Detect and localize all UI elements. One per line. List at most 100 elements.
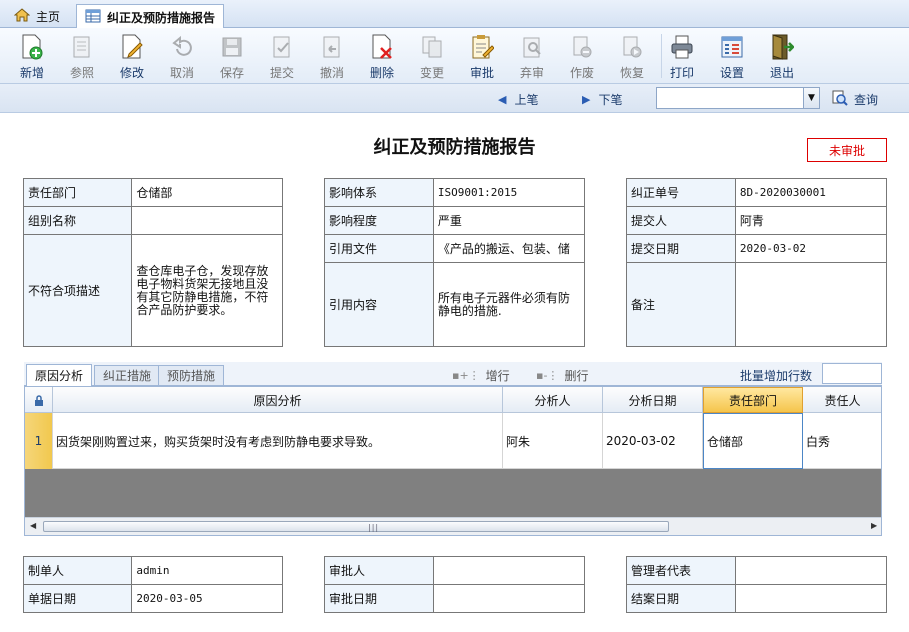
degree-field[interactable]: 严重: [432, 206, 586, 235]
void-icon: [569, 34, 595, 60]
cell-dept[interactable]: 仓储部: [703, 413, 803, 469]
desc-field[interactable]: 查仓库电子仓，发现存放电子物料货架无接地且没有其它防静电措施，不符合产品防护要求…: [131, 234, 283, 347]
content-field[interactable]: 所有电子元器件必须有防静电的措施.: [432, 262, 586, 347]
submit-date-field[interactable]: 2020-03-02: [734, 234, 888, 263]
add-label: 新增: [19, 66, 44, 80]
undo-icon: [319, 34, 345, 60]
tab-preventive[interactable]: 预防措施: [158, 365, 225, 386]
approve-date-field[interactable]: [432, 584, 586, 613]
cell-cause[interactable]: 因货架刚购置过来，购买货架时没有考虑到防静电要求导致。: [53, 413, 503, 469]
add-button[interactable]: 新增: [7, 31, 57, 81]
info-table-left: 责任部门 仓储部 组别名称 不符合项描述 查仓库电子仓，发现存放电子物料货架无接…: [22, 178, 283, 347]
revoke-label: 撤消: [319, 66, 344, 80]
chevron-down-icon[interactable]: ▼: [803, 88, 819, 108]
detail-tab-bar: 原因分析 纠正措施 预防措施 ▪+⋮ 增行 ▪-⋮ 删行 批量增加行数: [24, 362, 882, 387]
cancel-button[interactable]: 取消: [157, 31, 207, 81]
query-label: 查询: [854, 93, 879, 107]
home-icon: [13, 7, 31, 25]
exit-button[interactable]: 退出: [757, 31, 807, 81]
print-button[interactable]: 打印: [657, 31, 707, 81]
system-label: 影响体系: [324, 178, 434, 207]
order-no-field[interactable]: 8D-2020030001: [734, 178, 888, 207]
maker-label: 制单人: [22, 556, 133, 585]
change-icon: [419, 34, 445, 60]
tab-home[interactable]: 主页: [6, 4, 68, 28]
doc-date-field[interactable]: 2020-03-05: [131, 584, 283, 613]
col-analyst[interactable]: 分析人: [503, 387, 603, 413]
approve-date-label: 审批日期: [324, 584, 434, 613]
printer-icon: [669, 34, 695, 60]
col-cause[interactable]: 原因分析: [53, 387, 503, 413]
next-record-label: 下笔: [598, 93, 623, 107]
cancel-label: 取消: [169, 66, 194, 80]
record-nav-bar: ◀ 上笔 ▶ 下笔 ▼ 查询: [0, 84, 909, 113]
tab-corrective[interactable]: 纠正措施: [94, 365, 161, 386]
file-field[interactable]: 《产品的搬运、包装、储: [432, 234, 586, 263]
edit-button[interactable]: 修改: [107, 31, 157, 81]
remark-field[interactable]: [734, 262, 888, 347]
system-field[interactable]: ISO9001:2015: [432, 178, 586, 207]
table-row[interactable]: 1 因货架刚购置过来，购买货架时没有考虑到防静电要求导致。 阿朱 2020-03…: [25, 413, 881, 469]
grip-icon: |||: [368, 523, 380, 532]
record-select[interactable]: ▼: [656, 87, 820, 109]
arrow-right-icon: ▶: [582, 93, 591, 106]
group-label: 组别名称: [22, 206, 133, 235]
manager-field[interactable]: [734, 556, 888, 585]
status-badge: 未审批: [807, 138, 887, 162]
change-label: 变更: [419, 66, 444, 80]
approver-field[interactable]: [432, 556, 586, 585]
batch-add-input[interactable]: [822, 363, 882, 384]
col-owner[interactable]: 责任人: [803, 387, 881, 413]
settings-icon: [719, 34, 745, 60]
cell-analyst[interactable]: 阿朱: [503, 413, 603, 469]
revoke-button[interactable]: 撤消: [307, 31, 357, 81]
delete-button[interactable]: 删除: [357, 31, 407, 81]
unapprove-button[interactable]: 弃审: [507, 31, 557, 81]
tab-home-label: 主页: [36, 9, 61, 24]
void-label: 作废: [569, 66, 594, 80]
footer-table-right: 管理者代表 结案日期: [626, 556, 888, 613]
close-date-field[interactable]: [734, 584, 888, 613]
prev-record-link[interactable]: ◀ 上笔: [498, 91, 538, 108]
settings-label: 设置: [719, 66, 744, 80]
scroll-left-icon[interactable]: ◀: [30, 521, 36, 530]
close-date-label: 结案日期: [626, 584, 736, 613]
search-icon: [832, 90, 848, 109]
col-analysis-date[interactable]: 分析日期: [603, 387, 703, 413]
exit-label: 退出: [769, 66, 794, 80]
tab-report[interactable]: 纠正及预防措施报告: [76, 4, 225, 29]
add-row-button[interactable]: ▪+⋮ 增行: [452, 367, 510, 384]
void-button[interactable]: 作废: [557, 31, 607, 81]
submit-button[interactable]: 提交: [257, 31, 307, 81]
cancel-icon: [169, 34, 195, 60]
print-label: 打印: [669, 66, 694, 80]
query-button[interactable]: 查询: [832, 90, 878, 109]
submitter-label: 提交人: [626, 206, 736, 235]
submitter-field[interactable]: 阿青: [734, 206, 888, 235]
horizontal-scrollbar[interactable]: ◀ ||| ▶: [25, 517, 881, 535]
delete-row-button[interactable]: ▪-⋮ 删行: [536, 367, 588, 384]
file-label: 引用文件: [324, 234, 434, 263]
save-button[interactable]: 保存: [207, 31, 257, 81]
maker-field[interactable]: admin: [131, 556, 283, 585]
reference-label: 参照: [69, 66, 94, 80]
col-dept[interactable]: 责任部门: [703, 387, 803, 413]
dept-field[interactable]: 仓储部: [131, 178, 283, 207]
group-field[interactable]: [131, 206, 283, 235]
next-record-link[interactable]: ▶ 下笔: [582, 91, 622, 108]
change-button[interactable]: 变更: [407, 31, 457, 81]
tab-cause-analysis[interactable]: 原因分析: [26, 364, 93, 387]
info-table-middle: 影响体系 ISO9001:2015 影响程度 严重 引用文件 《产品的搬运、包装…: [324, 178, 586, 347]
approve-button[interactable]: 审批: [457, 31, 507, 81]
unapprove-label: 弃审: [519, 66, 544, 80]
toolbar: 新增 参照 修改 取消 保存 提交 撤消 删除 变更 审批 弃审 作废 恢复 打…: [0, 28, 909, 84]
delete-label: 删除: [369, 66, 394, 80]
settings-button[interactable]: 设置: [707, 31, 757, 81]
restore-button[interactable]: 恢复: [607, 31, 657, 81]
delete-row-label: 删行: [564, 369, 589, 383]
scrollbar-thumb[interactable]: |||: [43, 521, 669, 532]
cell-owner[interactable]: 白秀: [803, 413, 881, 469]
reference-button[interactable]: 参照: [57, 31, 107, 81]
cell-analysis-date[interactable]: 2020-03-02: [603, 413, 703, 469]
scroll-right-icon[interactable]: ▶: [871, 521, 877, 530]
